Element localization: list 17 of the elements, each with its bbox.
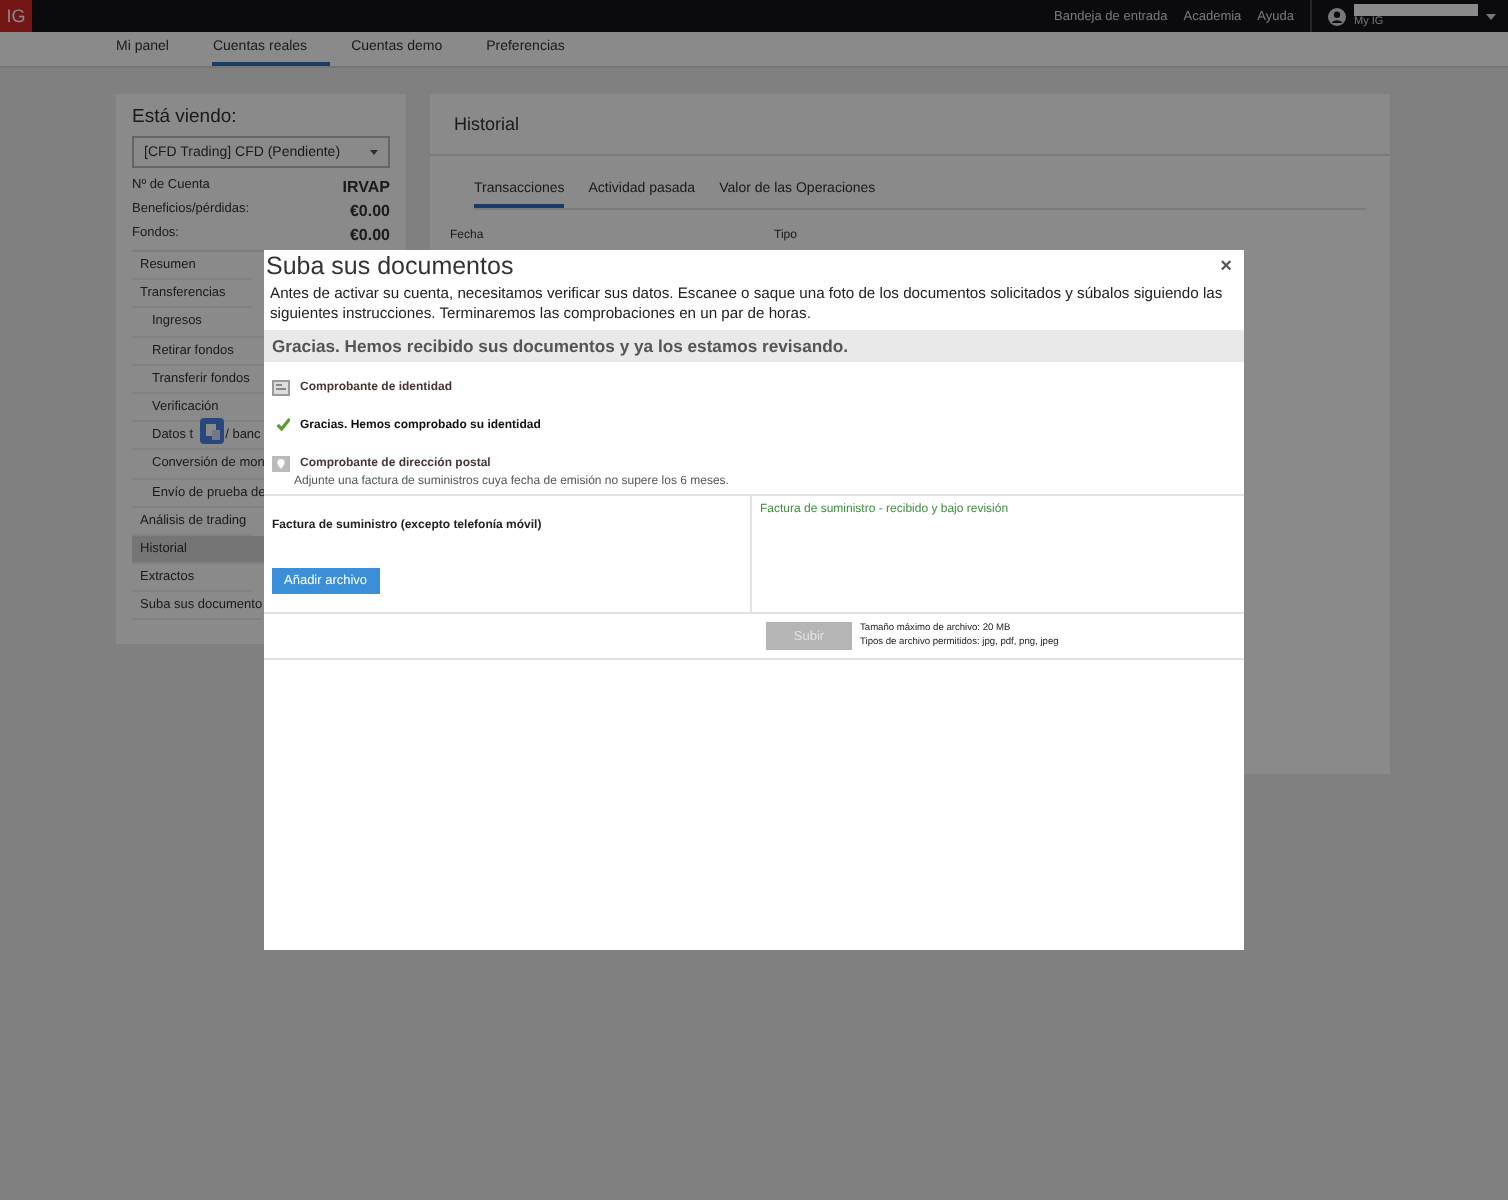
redacted-bar: [1354, 4, 1478, 16]
caret-icon: [1486, 13, 1496, 19]
logo[interactable]: IG: [0, 0, 32, 32]
stat-value: €0.00: [349, 202, 390, 220]
stat-value: €0.00: [349, 226, 390, 244]
check-icon: [276, 418, 290, 432]
sidebar-heading: Está viendo:: [132, 106, 239, 128]
document-badge-icon: [199, 418, 224, 445]
status-banner: Gracias. Hemos recibido sus documentos y ya los estamos revisando.: [264, 330, 1244, 362]
id-card-icon: [272, 380, 290, 396]
close-button[interactable]: ×: [1216, 255, 1236, 277]
stat-value: IRVAP: [342, 178, 390, 196]
panel-title: Historial: [430, 94, 1390, 156]
caret-icon: [370, 149, 378, 155]
location-pin-icon: [272, 456, 290, 472]
dialog-title: Suba sus documentos: [266, 252, 514, 280]
user-icon: [1328, 7, 1346, 25]
